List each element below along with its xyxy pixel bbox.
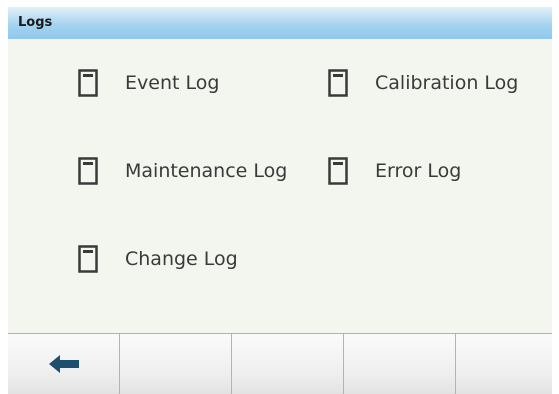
maintenance-log-item[interactable]: Maintenance Log xyxy=(78,153,287,189)
change-log-item[interactable]: Change Log xyxy=(78,241,238,277)
log-document-icon xyxy=(78,157,98,185)
softkey-bar xyxy=(8,333,552,394)
back-arrow-icon xyxy=(48,355,79,373)
maintenance-log-label: Maintenance Log xyxy=(125,160,288,182)
log-document-icon xyxy=(328,69,348,97)
log-document-icon xyxy=(78,69,98,97)
event-log-label: Event Log xyxy=(125,72,220,94)
logs-screen: Logs Event Log Calibration Log Maintenan… xyxy=(8,7,552,394)
error-log-item[interactable]: Error Log xyxy=(328,153,461,189)
event-log-item[interactable]: Event Log xyxy=(78,65,219,101)
error-log-label: Error Log xyxy=(375,160,462,182)
softkey-3[interactable] xyxy=(232,334,343,394)
log-document-icon xyxy=(328,157,348,185)
softkey-4[interactable] xyxy=(344,334,455,394)
change-log-label: Change Log xyxy=(125,248,238,270)
page-title: Logs xyxy=(18,15,53,30)
logs-menu: Event Log Calibration Log Maintenance Lo… xyxy=(8,39,552,333)
calibration-log-label: Calibration Log xyxy=(375,72,519,94)
title-bar: Logs xyxy=(8,7,552,39)
softkey-2[interactable] xyxy=(120,334,231,394)
back-softkey[interactable] xyxy=(8,334,119,394)
calibration-log-item[interactable]: Calibration Log xyxy=(328,65,518,101)
softkey-5[interactable] xyxy=(456,334,552,394)
log-document-icon xyxy=(78,245,98,273)
